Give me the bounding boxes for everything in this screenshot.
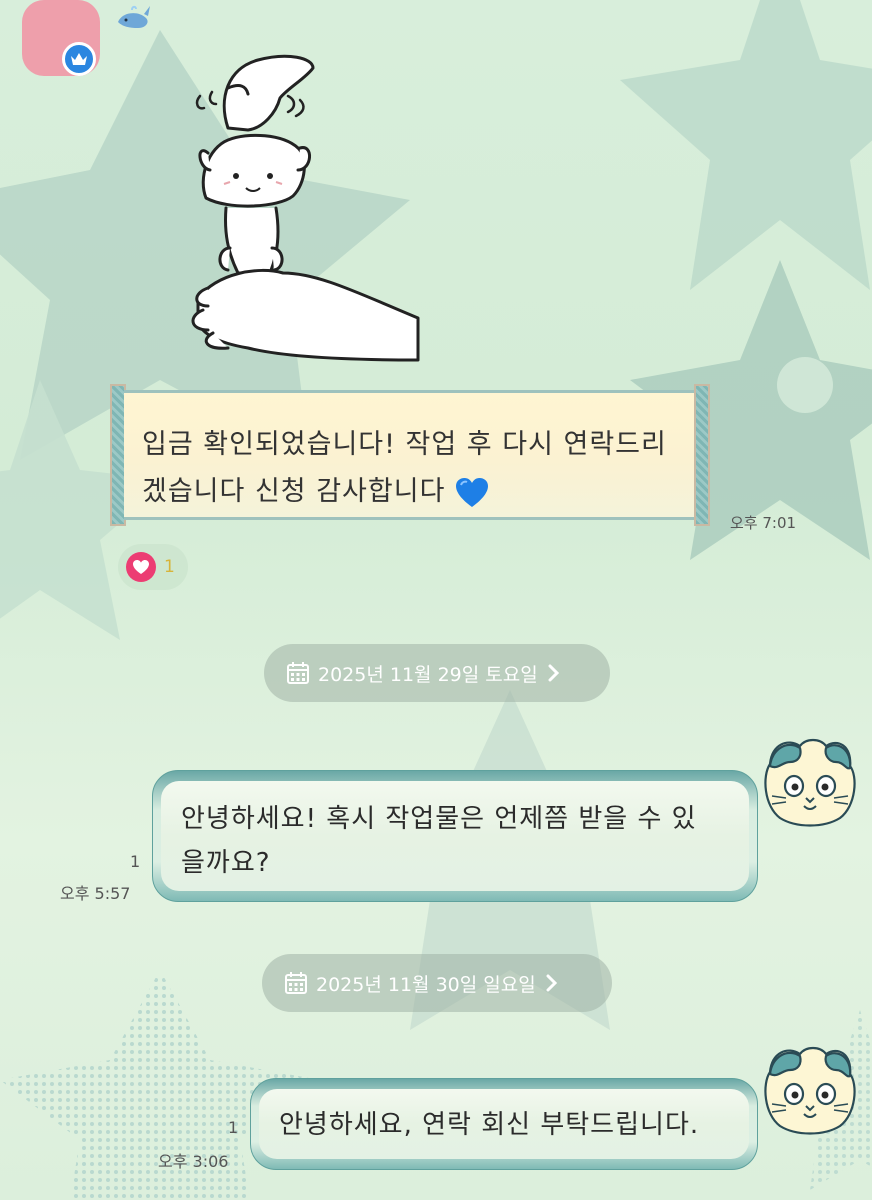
date-separator-2[interactable]: 2025년 11월 30일 일요일 — [262, 954, 612, 1012]
cat-avatar-icon[interactable] — [760, 1044, 860, 1136]
background-star-pattern — [0, 0, 872, 1200]
reaction-count: 1 — [164, 557, 175, 577]
incoming-message-time: 오후 7:01 — [730, 514, 797, 532]
date-separator-2-label: 2025년 11월 30일 일요일 — [316, 973, 536, 996]
outgoing-message-1-read-count: 1 — [130, 852, 141, 871]
calendar-icon — [285, 972, 307, 994]
incoming-message-line-2-text: 겠습니다 신청 감사합니다 — [142, 476, 446, 507]
outgoing-message-2-read-count: 1 — [228, 1118, 239, 1137]
outgoing-message-2-text: 안녕하세요, 연락 회신 부탁드립니다. — [279, 1110, 700, 1140]
scroll-rod-right — [694, 384, 710, 526]
outgoing-message-bubble-2[interactable]: 안녕하세요, 연락 회신 부탁드립니다. — [250, 1078, 758, 1170]
date-separator-1[interactable]: 2025년 11월 29일 토요일 — [264, 644, 610, 702]
calendar-icon — [287, 662, 309, 684]
blue-heart-emoji-icon — [456, 477, 488, 507]
incoming-message-line-1: 입금 확인되었습니다! 작업 후 다시 연락드리 — [142, 429, 667, 460]
incoming-message-body: 입금 확인되었습니다! 작업 후 다시 연락드리 겠습니다 신청 감사합니다 — [124, 390, 696, 520]
dog-hands-sticker — [191, 54, 420, 362]
incoming-message-bubble[interactable]: 입금 확인되었습니다! 작업 후 다시 연락드리 겠습니다 신청 감사합니다 — [110, 384, 710, 526]
chevron-right-icon — [546, 974, 557, 992]
cat-avatar-icon[interactable] — [760, 736, 860, 828]
outgoing-message-1-time: 오후 5:57 — [60, 884, 131, 903]
outgoing-message-2-time: 오후 3:06 — [158, 1152, 229, 1171]
outgoing-message-1-text: 안녕하세요! 혹시 작업물은 언제쯤 받을 수 있 을까요? — [181, 797, 737, 885]
outgoing-message-1-line-2: 을까요? — [181, 848, 271, 878]
incoming-message-line-2: 겠습니다 신청 감사합니다 — [142, 468, 678, 515]
whale-icon — [118, 5, 150, 28]
outgoing-message-1-line-1: 안녕하세요! 혹시 작업물은 언제쯤 받을 수 있 — [181, 804, 697, 834]
chevron-right-icon — [548, 664, 559, 682]
date-separator-1-label: 2025년 11월 29일 토요일 — [318, 663, 538, 686]
crown-icon — [62, 42, 96, 76]
heart-reaction-icon — [126, 552, 156, 582]
outgoing-message-bubble-1[interactable]: 안녕하세요! 혹시 작업물은 언제쯤 받을 수 있 을까요? — [152, 770, 758, 902]
heart-reaction-chip[interactable]: 1 — [118, 544, 188, 590]
